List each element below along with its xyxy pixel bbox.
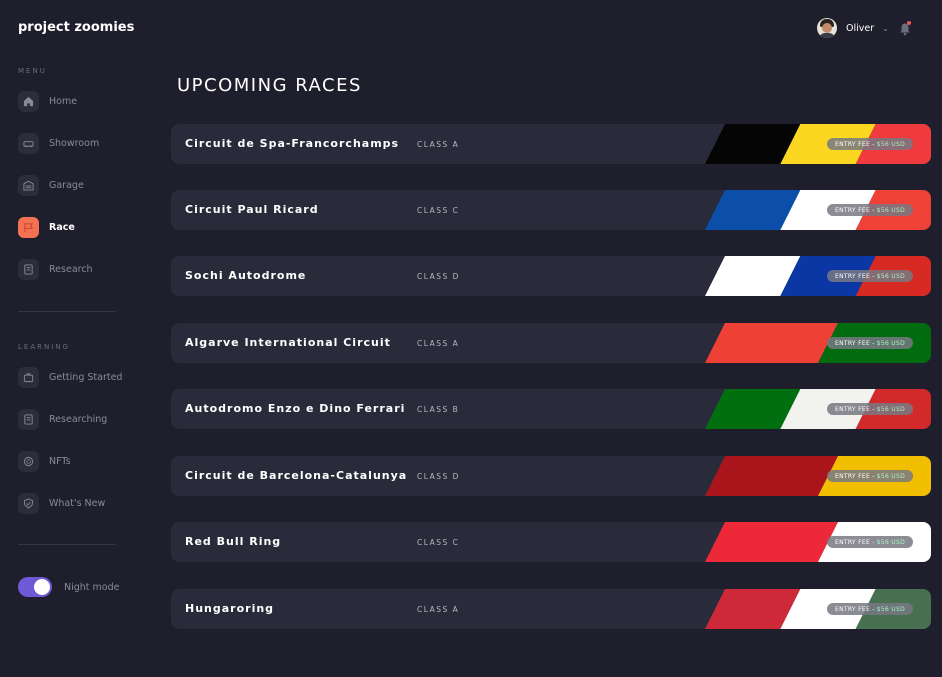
chevron-down-icon: ⌄ — [882, 23, 889, 33]
entry-fee-amount: $56 USD — [876, 405, 905, 413]
entry-fee-badge[interactable]: ENTRY FEE - $56 USD — [827, 403, 913, 415]
entry-fee-badge[interactable]: ENTRY FEE - $56 USD — [827, 270, 913, 282]
flag-stripe — [705, 456, 838, 496]
document-icon — [18, 258, 39, 280]
nav-item-nfts[interactable]: NFTs — [18, 450, 71, 472]
home-icon — [18, 90, 39, 112]
race-class: CLASS C — [417, 206, 460, 215]
nav-item-whats-new[interactable]: What's New — [18, 492, 105, 514]
nav-label-home: Home — [49, 95, 78, 107]
app-logo[interactable]: project zoomies — [18, 20, 134, 35]
entry-fee-label: ENTRY FEE - — [835, 339, 875, 347]
entry-fee-label: ENTRY FEE - — [835, 272, 875, 280]
race-class: CLASS D — [417, 472, 460, 481]
race-name: Autodromo Enzo e Dino Ferrari — [185, 402, 406, 415]
race-row[interactable]: Hungaroring CLASS A ENTRY FEE - $56 USD — [171, 589, 931, 629]
entry-fee-amount: $56 USD — [876, 472, 905, 480]
menu-section-label: MENU — [18, 67, 47, 75]
entry-fee-amount: $56 USD — [876, 605, 905, 613]
entry-fee-badge[interactable]: ENTRY FEE - $56 USD — [827, 536, 913, 548]
nav-label-showroom: Showroom — [49, 137, 100, 149]
entry-fee-label: ENTRY FEE - — [835, 405, 875, 413]
document-icon — [18, 408, 39, 430]
race-name: Sochi Autodrome — [185, 269, 307, 282]
coin-icon — [18, 450, 39, 472]
page-title: UPCOMING RACES — [177, 75, 362, 96]
entry-fee-badge[interactable]: ENTRY FEE - $56 USD — [827, 204, 913, 216]
race-name: Red Bull Ring — [185, 535, 282, 548]
night-mode-toggle[interactable] — [18, 577, 52, 597]
notification-dot — [907, 21, 911, 25]
race-row[interactable]: Circuit de Spa-Francorchamps CLASS A ENTRY… — [171, 124, 931, 164]
race-name: Circuit Paul Ricard — [185, 203, 319, 216]
race-class: CLASS B — [417, 405, 460, 414]
nav-item-home[interactable]: Home — [18, 90, 77, 112]
race-row[interactable]: Algarve International Circuit CLASS A ENTR… — [171, 323, 931, 363]
nav-label-researching: Researching — [49, 413, 108, 425]
nav-item-getting-started[interactable]: Getting Started — [18, 366, 122, 388]
race-name: Circuit de Spa-Francorchamps — [185, 137, 400, 150]
entry-fee-amount: $56 USD — [876, 272, 905, 280]
entry-fee-amount: $56 USD — [876, 339, 905, 347]
nav-item-research[interactable]: Research — [18, 258, 93, 280]
entry-fee-amount: $56 USD — [876, 538, 905, 546]
flag-stripe — [705, 323, 838, 363]
entry-fee-badge[interactable]: ENTRY FEE - $56 USD — [827, 337, 913, 349]
race-class: CLASS A — [417, 140, 460, 149]
toggle-knob — [34, 579, 50, 595]
entry-fee-badge[interactable]: ENTRY FEE - $56 USD — [827, 138, 913, 150]
learning-section-label: LEARNING — [18, 343, 70, 351]
nav-item-researching[interactable]: Researching — [18, 408, 107, 430]
user-name: Oliver — [846, 22, 875, 34]
nav-label-getting-started: Getting Started — [49, 371, 123, 383]
car-icon — [18, 132, 39, 154]
night-mode-label: Night mode — [64, 582, 120, 593]
nav-label-whats-new: What's New — [49, 497, 106, 509]
race-class: CLASS A — [417, 605, 460, 614]
notification-bell-icon[interactable] — [899, 21, 911, 36]
race-row[interactable]: Red Bull Ring CLASS C ENTRY FEE - $56 USD — [171, 522, 931, 562]
flag-icon — [18, 216, 39, 238]
nav-item-race[interactable]: Race — [18, 216, 75, 238]
entry-fee-label: ENTRY FEE - — [835, 472, 875, 480]
entry-fee-label: ENTRY FEE - — [835, 140, 875, 148]
user-menu[interactable]: Oliver ⌄ — [817, 18, 889, 38]
race-class: CLASS D — [417, 272, 460, 281]
race-row[interactable]: Circuit de Barcelona-Catalunya CLASS D ENT… — [171, 456, 931, 496]
nav-label-nfts: NFTs — [49, 455, 71, 467]
nav-label-garage: Garage — [49, 179, 84, 191]
race-name: Algarve International Circuit — [185, 336, 391, 349]
entry-fee-badge[interactable]: ENTRY FEE - $56 USD — [827, 603, 913, 615]
avatar — [817, 18, 837, 38]
shield-icon — [18, 492, 39, 514]
briefcase-icon — [18, 366, 39, 388]
entry-fee-amount: $56 USD — [876, 206, 905, 214]
entry-fee-label: ENTRY FEE - — [835, 538, 875, 546]
garage-icon — [18, 174, 39, 196]
sidebar-divider — [18, 544, 116, 545]
race-name: Circuit de Barcelona-Catalunya — [185, 469, 408, 482]
nav-label-race: Race — [49, 221, 75, 233]
nav-label-research: Research — [49, 263, 93, 275]
entry-fee-label: ENTRY FEE - — [835, 206, 875, 214]
nav-item-showroom[interactable]: Showroom — [18, 132, 99, 154]
race-row[interactable]: Autodromo Enzo e Dino Ferrari CLASS B ENTR… — [171, 389, 931, 429]
race-row[interactable]: Sochi Autodrome CLASS D ENTRY FEE - $56 USD — [171, 256, 931, 296]
race-row[interactable]: Circuit Paul Ricard CLASS C ENTRY FEE - $56… — [171, 190, 931, 230]
entry-fee-badge[interactable]: ENTRY FEE - $56 USD — [827, 470, 913, 482]
entry-fee-label: ENTRY FEE - — [835, 605, 875, 613]
race-class: CLASS C — [417, 538, 460, 547]
flag-stripe — [705, 522, 838, 562]
nav-item-garage[interactable]: Garage — [18, 174, 84, 196]
race-class: CLASS A — [417, 339, 460, 348]
sidebar-divider — [18, 311, 116, 312]
race-name: Hungaroring — [185, 602, 275, 615]
entry-fee-amount: $56 USD — [876, 140, 905, 148]
